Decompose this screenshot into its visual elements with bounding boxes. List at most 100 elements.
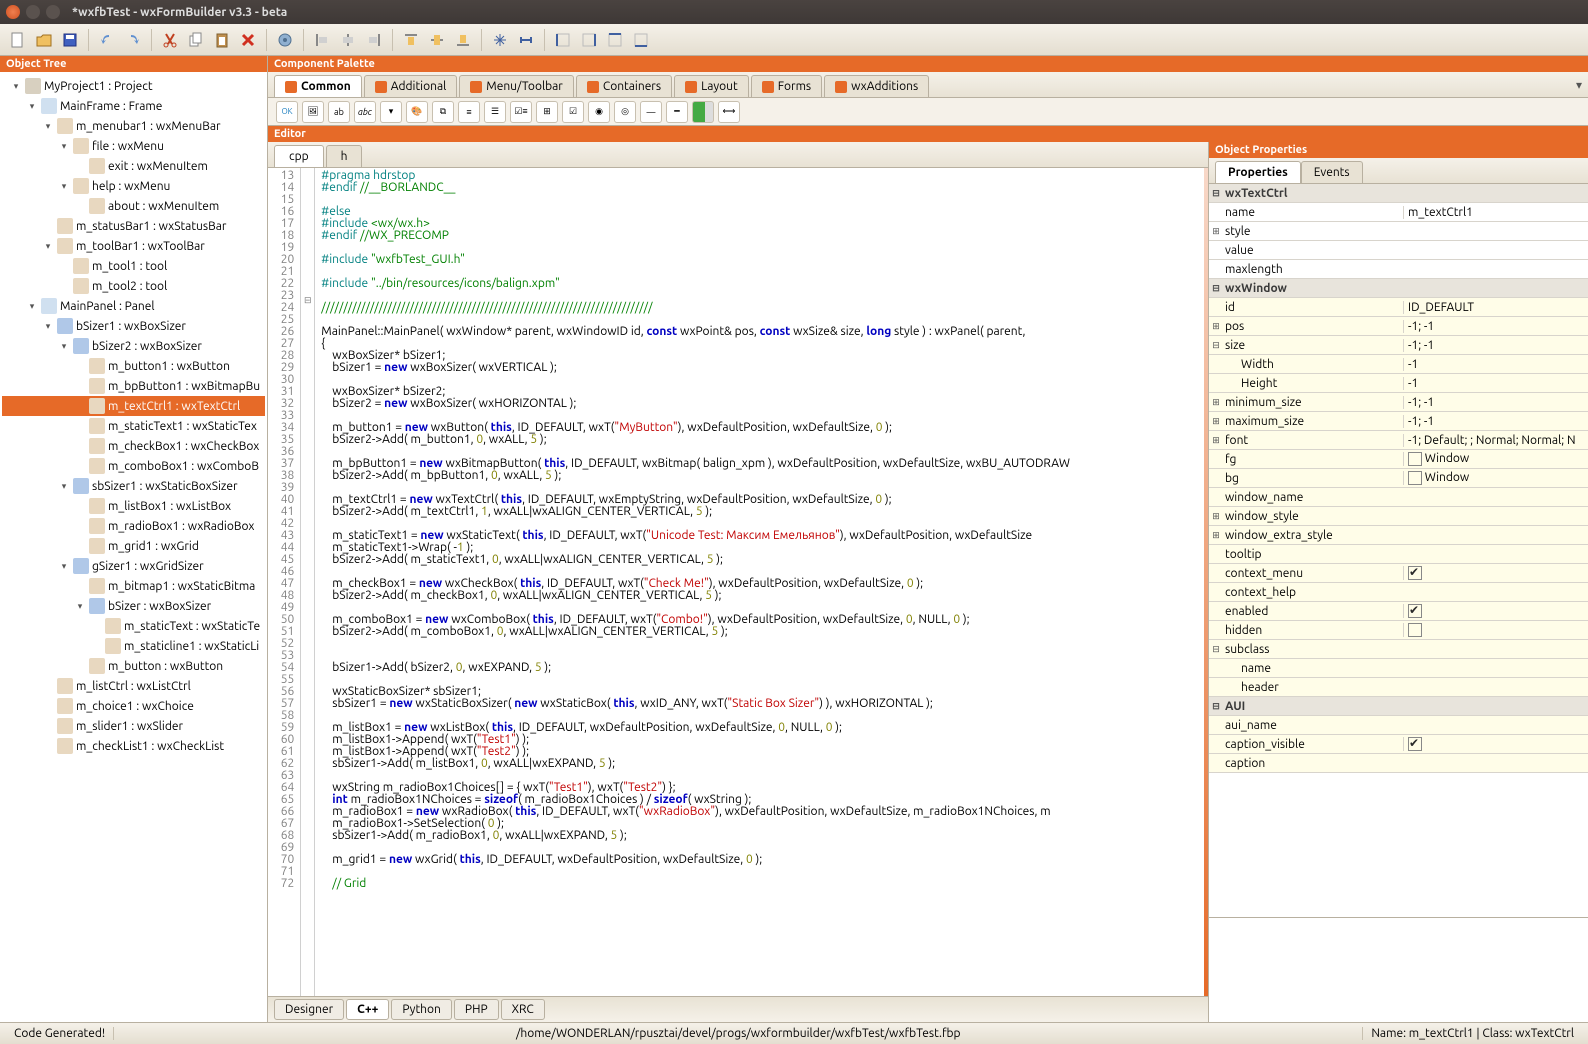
property-row[interactable]: ⊟size-1; -1 [1209, 336, 1588, 355]
align-left-button[interactable] [310, 28, 334, 52]
palette-staticline[interactable]: ━ [666, 101, 688, 123]
tree-item[interactable]: m_tool2 : tool [2, 276, 265, 296]
border-left-button[interactable] [551, 28, 575, 52]
palette-tab-wxadditions[interactable]: wxAdditions [824, 75, 929, 97]
new-file-button[interactable] [6, 28, 30, 52]
palette-tab-forms[interactable]: Forms [751, 75, 822, 97]
palette-combobox[interactable]: ▾ [380, 101, 402, 123]
tree-item[interactable]: ▾m_menubar1 : wxMenuBar [2, 116, 265, 136]
redo-button[interactable] [121, 28, 145, 52]
tree-disclosure-icon[interactable]: ▾ [26, 301, 38, 312]
expand-button[interactable] [488, 28, 512, 52]
property-row[interactable]: value [1209, 241, 1588, 260]
property-row[interactable]: namem_textCtrl1 [1209, 203, 1588, 222]
tree-item[interactable]: m_slider1 : wxSlider [2, 716, 265, 736]
palette-bitmap-button[interactable]: 🖼 [302, 101, 324, 123]
palette-button-ok[interactable]: OK [276, 101, 298, 123]
cut-button[interactable] [158, 28, 182, 52]
property-row[interactable]: enabled [1209, 602, 1588, 621]
tree-item[interactable]: ▾bSizer2 : wxBoxSizer [2, 336, 265, 356]
palette-gauge[interactable] [692, 101, 714, 123]
align-bottom-button[interactable] [451, 28, 475, 52]
tree-item[interactable]: ▾file : wxMenu [2, 136, 265, 156]
property-row[interactable]: ⊞window_extra_style [1209, 526, 1588, 545]
view-tab-xrc[interactable]: XRC [501, 999, 545, 1020]
property-grid[interactable]: ⊟wxTextCtrlnamem_textCtrl1⊞stylevaluemax… [1209, 184, 1588, 917]
property-row[interactable]: bg Window [1209, 469, 1588, 488]
property-row[interactable]: tooltip [1209, 545, 1588, 564]
property-expand-icon[interactable]: ⊞ [1209, 511, 1223, 522]
tree-item[interactable]: ▾MainPanel : Panel [2, 296, 265, 316]
property-row[interactable]: aui_name [1209, 716, 1588, 735]
tree-item[interactable]: m_radioBox1 : wxRadioBox [2, 516, 265, 536]
property-checkbox[interactable] [1408, 737, 1422, 751]
property-row[interactable]: window_name [1209, 488, 1588, 507]
tree-item[interactable]: m_staticText : wxStaticTe [2, 616, 265, 636]
property-expand-icon[interactable]: ⊟ [1209, 644, 1223, 655]
property-expand-icon[interactable]: ⊞ [1209, 226, 1223, 237]
property-row[interactable]: idID_DEFAULT [1209, 298, 1588, 317]
tree-disclosure-icon[interactable]: ▾ [26, 101, 38, 112]
property-value[interactable] [1403, 566, 1588, 580]
tree-item[interactable]: m_staticline1 : wxStaticLi [2, 636, 265, 656]
property-row[interactable]: ⊞font-1; Default; ; Normal; Normal; N [1209, 431, 1588, 450]
tree-item[interactable]: m_textCtrl1 : wxTextCtrl [2, 396, 265, 416]
editor-tab-cpp[interactable]: cpp [274, 145, 324, 167]
tree-disclosure-icon[interactable]: ▾ [42, 121, 54, 132]
property-value[interactable]: Window [1403, 452, 1588, 466]
property-value[interactable]: -1 [1403, 377, 1588, 390]
props-tab-events[interactable]: Events [1301, 161, 1363, 183]
code-editor[interactable]: 13 14 15 16 17 18 19 20 21 22 23 24 25 2… [268, 168, 1208, 996]
palette-bitmap-combobox[interactable]: 🎨 [406, 101, 428, 123]
tree-item[interactable]: m_bpButton1 : wxBitmapBu [2, 376, 265, 396]
category-collapse-icon[interactable]: ⊟ [1209, 701, 1223, 712]
palette-staticbitmap[interactable]: — [640, 101, 662, 123]
palette-checklistbox[interactable]: ☑≡ [510, 101, 532, 123]
property-row[interactable]: ⊞style [1209, 222, 1588, 241]
tree-item[interactable]: m_listBox1 : wxListBox [2, 496, 265, 516]
code-fold-margin[interactable]: ⊟ [301, 168, 315, 996]
tree-item[interactable]: ▾bSizer : wxBoxSizer [2, 596, 265, 616]
property-value[interactable] [1403, 604, 1588, 618]
open-file-button[interactable] [32, 28, 56, 52]
tree-item[interactable]: m_listCtrl : wxListCtrl [2, 676, 265, 696]
tree-item[interactable]: m_choice1 : wxChoice [2, 696, 265, 716]
tree-item[interactable]: m_grid1 : wxGrid [2, 536, 265, 556]
palette-listbox[interactable]: ≡ [458, 101, 480, 123]
property-checkbox[interactable] [1408, 604, 1422, 618]
tree-item[interactable]: ▾sbSizer1 : wxStaticBoxSizer [2, 476, 265, 496]
delete-button[interactable] [236, 28, 260, 52]
tree-disclosure-icon[interactable]: ▾ [10, 81, 22, 92]
tree-disclosure-icon[interactable]: ▾ [58, 341, 70, 352]
palette-tab-menutoolbar[interactable]: Menu/Toolbar [459, 75, 574, 97]
palette-radiobox[interactable]: ◎ [614, 101, 636, 123]
tree-disclosure-icon[interactable]: ▾ [58, 141, 70, 152]
props-tab-properties[interactable]: Properties [1215, 161, 1301, 183]
tree-item[interactable]: about : wxMenuItem [2, 196, 265, 216]
property-row[interactable]: caption_visible [1209, 735, 1588, 754]
category-collapse-icon[interactable]: ⊟ [1209, 188, 1223, 199]
view-tab-python[interactable]: Python [391, 999, 452, 1020]
property-value[interactable] [1403, 623, 1588, 637]
tree-disclosure-icon[interactable]: ▾ [58, 561, 70, 572]
tree-item[interactable]: ▾bSizer1 : wxBoxSizer [2, 316, 265, 336]
copy-button[interactable] [184, 28, 208, 52]
tree-item[interactable]: m_button1 : wxButton [2, 356, 265, 376]
property-expand-icon[interactable]: ⊞ [1209, 321, 1223, 332]
property-value[interactable]: -1; -1 [1403, 415, 1588, 428]
border-top-button[interactable] [603, 28, 627, 52]
palette-choice[interactable]: ⧉ [432, 101, 454, 123]
property-row[interactable]: ⊞window_style [1209, 507, 1588, 526]
property-expand-icon[interactable]: ⊟ [1209, 340, 1223, 351]
property-row[interactable]: name [1209, 659, 1588, 678]
palette-tab-containers[interactable]: Containers [576, 75, 672, 97]
property-expand-icon[interactable]: ⊞ [1209, 435, 1223, 446]
property-expand-icon[interactable]: ⊞ [1209, 397, 1223, 408]
palette-listctrl[interactable]: ☰ [484, 101, 506, 123]
tree-item[interactable]: m_checkList1 : wxCheckList [2, 736, 265, 756]
tree-item[interactable]: m_comboBox1 : wxComboB [2, 456, 265, 476]
property-checkbox[interactable] [1408, 566, 1422, 580]
palette-statictext[interactable]: abc [354, 101, 376, 123]
align-right-button[interactable] [362, 28, 386, 52]
palette-grid[interactable]: ⊞ [536, 101, 558, 123]
